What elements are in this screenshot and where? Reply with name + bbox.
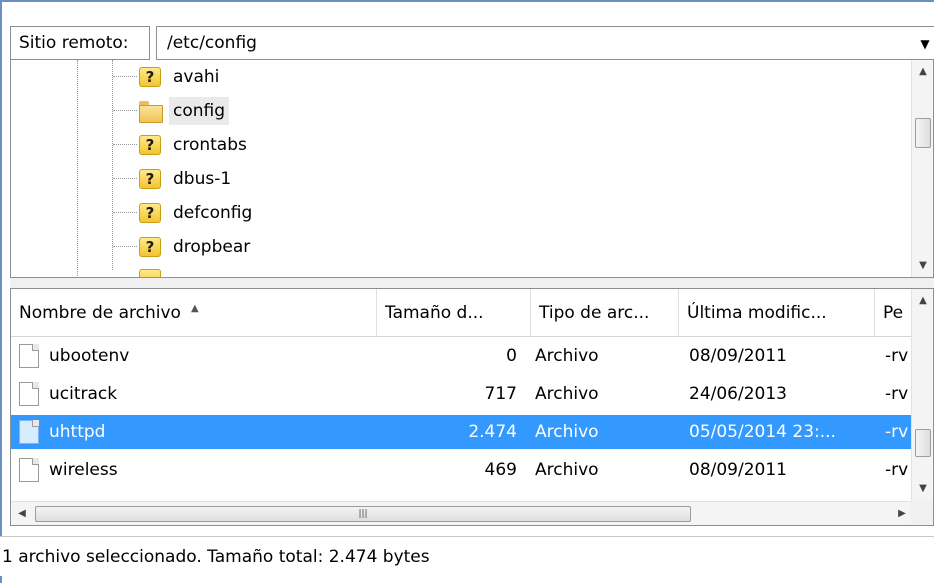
tree-item-label: config: [169, 97, 230, 125]
file-row[interactable]: wireless 469 Archivo 08/09/2011 -rv: [11, 453, 913, 487]
file-modified: 08/09/2011: [689, 346, 787, 366]
column-header-permissions[interactable]: Pe: [875, 289, 913, 337]
file-size: 717: [484, 384, 517, 404]
scroll-up-icon[interactable]: ▲: [912, 62, 933, 82]
file-modified: 08/09/2011: [689, 460, 787, 480]
column-header-name[interactable]: Nombre de archivo ▲: [11, 289, 377, 337]
unknown-folder-icon: ?: [139, 67, 161, 87]
unknown-folder-icon: ?: [139, 169, 161, 189]
remote-file-list[interactable]: Nombre de archivo ▲ Tamaño d... Tipo de …: [10, 288, 934, 526]
scroll-right-icon[interactable]: ▶: [891, 502, 913, 525]
file-permissions: -rv: [885, 422, 909, 442]
remote-path-input[interactable]: /etc/config ▼: [156, 26, 934, 60]
tree-item-avahi[interactable]: ? avahi: [113, 60, 413, 94]
file-row-selected[interactable]: uhttpd 2.474 Archivo 05/05/2014 23:... -…: [11, 415, 913, 449]
file-size: 469: [484, 460, 517, 480]
tree-item-defconfig[interactable]: ? defconfig: [113, 196, 413, 230]
file-permissions: -rv: [885, 346, 909, 366]
file-name: ucitrack: [49, 384, 118, 404]
remote-path-value: /etc/config: [167, 33, 257, 53]
tree-item-crontabs[interactable]: ? crontabs: [113, 128, 413, 162]
tree-item-partial: [113, 264, 413, 277]
scroll-up-icon[interactable]: ▲: [912, 291, 933, 311]
scrollbar-thumb[interactable]: |||: [35, 506, 691, 522]
unknown-folder-icon: ?: [139, 237, 161, 257]
file-row[interactable]: ubootenv 0 Archivo 08/09/2011 -rv: [11, 339, 913, 373]
column-header-modified[interactable]: Última modific...: [679, 289, 875, 337]
tree-item-label: defconfig: [173, 203, 253, 223]
status-text: 1 archivo seleccionado. Tamaño total: 2.…: [2, 547, 430, 567]
folder-icon: [139, 101, 163, 123]
remote-site-label: Sitio remoto:: [10, 26, 150, 60]
unknown-folder-icon: [139, 269, 161, 277]
tree-item-dbus-1[interactable]: ? dbus-1: [113, 162, 413, 196]
pane-splitter[interactable]: [10, 278, 934, 288]
file-row[interactable]: ucitrack 717 Archivo 24/06/2013 -rv: [11, 377, 913, 411]
file-modified: 24/06/2013: [689, 384, 787, 404]
tree-item-label: crontabs: [173, 135, 247, 155]
remote-site-bar: Sitio remoto: /etc/config ▼: [10, 26, 934, 60]
tree-item-label: dropbear: [173, 237, 251, 257]
file-modified: 05/05/2014 23:...: [689, 422, 836, 442]
remote-directory-tree[interactable]: ? avahi config ? crontabs ? dbus-1 ? def…: [10, 60, 934, 278]
file-name: ubootenv: [49, 346, 130, 366]
scrollbar-thumb[interactable]: [915, 118, 931, 148]
unknown-folder-icon: ?: [139, 203, 161, 223]
file-icon: [19, 382, 39, 406]
file-name: wireless: [49, 460, 118, 480]
file-type: Archivo: [535, 460, 599, 480]
unknown-folder-icon: ?: [139, 135, 161, 155]
file-size: 0: [506, 346, 517, 366]
file-list-header: Nombre de archivo ▲ Tamaño d... Tipo de …: [11, 289, 913, 337]
tree-item-label: dbus-1: [173, 169, 232, 189]
scroll-left-icon[interactable]: ◀: [11, 502, 33, 525]
file-size: 2.474: [468, 422, 517, 442]
sort-ascending-icon: ▲: [191, 303, 199, 314]
file-type: Archivo: [535, 346, 599, 366]
file-name: uhttpd: [49, 422, 106, 442]
file-icon: [19, 344, 39, 368]
scroll-down-icon[interactable]: ▼: [912, 256, 933, 276]
file-icon: [19, 458, 39, 482]
tree-item-config[interactable]: config: [113, 94, 413, 128]
file-list-vertical-scrollbar[interactable]: ▲ ▼: [911, 289, 933, 501]
status-bar: 1 archivo seleccionado. Tamaño total: 2.…: [0, 536, 934, 576]
scrollbar-thumb[interactable]: [915, 429, 931, 457]
file-permissions: -rv: [885, 460, 909, 480]
chevron-down-icon[interactable]: ▼: [915, 27, 934, 61]
scrollbar-corner: [911, 501, 933, 525]
scroll-down-icon[interactable]: ▼: [912, 479, 933, 499]
column-header-size[interactable]: Tamaño d...: [377, 289, 531, 337]
file-list-horizontal-scrollbar[interactable]: ◀ ||| ▶: [11, 501, 913, 525]
file-icon: [19, 420, 39, 444]
tree-vertical-scrollbar[interactable]: ▲ ▼: [911, 60, 933, 277]
tree-item-label: avahi: [173, 67, 220, 87]
tree-item-dropbear[interactable]: ? dropbear: [113, 230, 413, 264]
tree-guide-line: [77, 60, 78, 277]
file-type: Archivo: [535, 384, 599, 404]
file-type: Archivo: [535, 422, 599, 442]
column-header-type[interactable]: Tipo de arc...: [531, 289, 679, 337]
file-permissions: -rv: [885, 384, 909, 404]
